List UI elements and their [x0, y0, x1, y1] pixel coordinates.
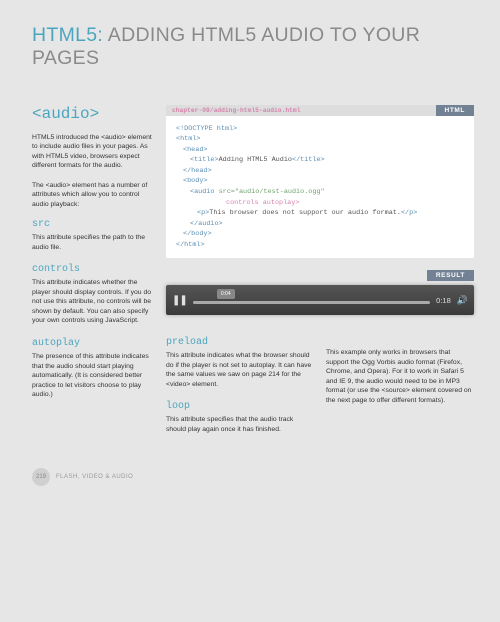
- attr-src-desc: This attribute specifies the path to the…: [32, 233, 154, 252]
- code-header: chapter-09/adding-html5-audio.html HTML: [166, 105, 474, 116]
- right-column: chapter-09/adding-html5-audio.html HTML …: [166, 105, 474, 446]
- pause-icon[interactable]: ❚❚: [172, 295, 187, 306]
- attr-controls-desc: This attribute indicates whether the pla…: [32, 278, 154, 326]
- code-line: </audio>: [176, 219, 464, 230]
- code-line: <audio src="audio/test-audio.ogg": [176, 187, 464, 198]
- code-line: </body>: [176, 229, 464, 240]
- attr-controls-heading: controls: [32, 264, 154, 275]
- attr-loop-heading: loop: [166, 401, 314, 412]
- attr-autoplay-desc: The presence of this attribute indicates…: [32, 352, 154, 400]
- code-line: <head>: [176, 145, 464, 156]
- code-line: <title>Adding HTML5 Audio</title>: [176, 155, 464, 166]
- code-line: <!DOCTYPE html>: [176, 124, 464, 135]
- left-column: <audio> HTML5 introduced the <audio> ele…: [32, 105, 154, 446]
- page-number: 219: [32, 468, 50, 486]
- audio-player[interactable]: ❚❚ 0:04 0:18 🔊: [166, 285, 474, 315]
- intro-paragraph-1: HTML5 introduced the <audio> element to …: [32, 133, 154, 171]
- code-line: <html>: [176, 134, 464, 145]
- progress-bar: [193, 301, 430, 304]
- attr-preload-desc: This attribute indicates what the browse…: [166, 351, 314, 389]
- code-badge-html: HTML: [436, 105, 474, 116]
- compatibility-note: This example only works in browsers that…: [326, 348, 474, 405]
- code-block: <!DOCTYPE html> <html> <head> <title>Add…: [166, 116, 474, 258]
- attr-autoplay-heading: autoplay: [32, 338, 154, 349]
- title-accent: HTML5:: [32, 24, 103, 46]
- lower-columns: preload This attribute indicates what th…: [166, 333, 474, 446]
- code-file-path: chapter-09/adding-html5-audio.html: [166, 105, 436, 116]
- intro-paragraph-2: The <audio> element has a number of attr…: [32, 181, 154, 210]
- code-line: </html>: [176, 240, 464, 251]
- footer-chapter: FLASH, VIDEO & AUDIO: [56, 474, 133, 480]
- duration-label: 0:18: [436, 296, 451, 305]
- result-badge: RESULT: [427, 270, 474, 281]
- audio-tag-heading: <audio>: [32, 105, 154, 123]
- page-footer: 219 FLASH, VIDEO & AUDIO: [32, 468, 474, 486]
- result-header: RESULT: [166, 270, 474, 281]
- code-line: </head>: [176, 166, 464, 177]
- page-title: HTML5: ADDING HTML5 AUDIO TO YOUR PAGES: [32, 24, 474, 71]
- code-line: <body>: [176, 176, 464, 187]
- progress-handle[interactable]: 0:04: [217, 289, 235, 299]
- progress-track[interactable]: 0:04: [193, 292, 430, 308]
- attr-src-heading: src: [32, 219, 154, 230]
- attr-preload-heading: preload: [166, 337, 314, 348]
- code-line: controls autoplay>: [176, 198, 464, 209]
- volume-icon[interactable]: 🔊: [457, 295, 468, 306]
- attr-loop-desc: This attribute specifies that the audio …: [166, 415, 314, 434]
- code-line: <p>This browser does not support our aud…: [176, 208, 464, 219]
